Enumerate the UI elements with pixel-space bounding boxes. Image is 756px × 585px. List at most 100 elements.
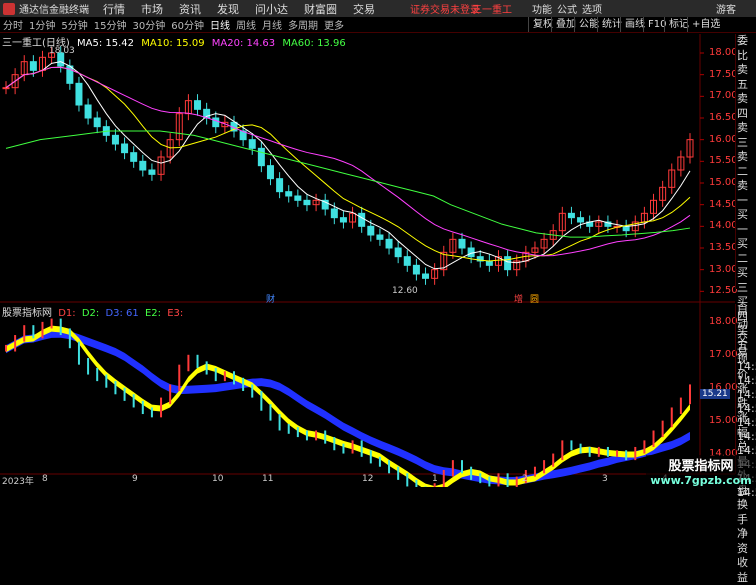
- candle-body: [567, 212, 575, 219]
- watermark-title: 股票指标网: [668, 459, 734, 474]
- event-tag-cai[interactable]: 财: [266, 292, 275, 305]
- menu-youke[interactable]: 游客: [716, 1, 736, 16]
- candle-body: [540, 238, 548, 249]
- e2-label: E2:: [144, 308, 162, 319]
- tab-more[interactable]: 更多: [321, 17, 347, 32]
- candle-body: [358, 212, 366, 227]
- d2-label: D2:: [81, 308, 100, 319]
- candle-body: [285, 191, 293, 197]
- candle-body: [677, 156, 685, 171]
- quote-panel: 委比卖五卖四卖三卖二卖一买一买二买三买四买五现价涨跌涨幅总量外盘换手净资收益: [735, 34, 756, 584]
- candle-body: [577, 217, 585, 223]
- candle-body: [385, 238, 393, 249]
- menu-faxian[interactable]: 发现: [217, 1, 239, 17]
- tab-fenshi[interactable]: 分时: [0, 17, 26, 32]
- trade-field-5: 14:5: [737, 402, 756, 415]
- watermark-url: www.7gpzb.com: [650, 474, 752, 487]
- date-axis: 2023年891011121234: [0, 474, 700, 487]
- login-warning[interactable]: 证券交易未登录: [410, 1, 480, 16]
- quote-field-6: 买一: [737, 208, 748, 236]
- candle-body: [339, 217, 347, 223]
- candle-body: [394, 247, 402, 258]
- candle-body: [84, 104, 92, 119]
- quote-field-3: 卖三: [737, 121, 748, 149]
- tab-weekly[interactable]: 周线: [233, 17, 259, 32]
- tab-daily[interactable]: 日线: [207, 17, 233, 32]
- trade-field-0: 自动: [737, 304, 748, 331]
- event-tag-zeng[interactable]: 增: [514, 292, 523, 305]
- candle-body: [29, 61, 37, 71]
- app-name: 通达信金融终端: [19, 5, 89, 16]
- candle-body: [422, 273, 430, 279]
- ma60-line: [5, 130, 691, 238]
- candle-body: [376, 234, 384, 240]
- menu-gongshi[interactable]: 公式: [557, 1, 577, 16]
- candle-body: [440, 251, 448, 271]
- tab-15min[interactable]: 15分钟: [91, 17, 130, 32]
- sub-chart-title: 股票指标网: [2, 308, 52, 319]
- candle-body: [513, 260, 521, 271]
- menu-wenxiaoda[interactable]: 问小达: [255, 1, 288, 17]
- quote-field-2: 卖四: [737, 92, 748, 120]
- quote-field-17: 净资: [737, 527, 748, 555]
- menu-shichang[interactable]: 市场: [141, 1, 163, 17]
- ma20-line: [5, 66, 691, 257]
- date-tick: 3: [602, 474, 608, 484]
- tab-monthly[interactable]: 月线: [259, 17, 285, 32]
- quote-field-18: 收益: [737, 556, 748, 584]
- candle-body: [157, 156, 165, 175]
- quote-field-5: 卖一: [737, 179, 748, 207]
- candle-body: [230, 121, 238, 132]
- y-tick-label: 14.50: [709, 198, 738, 210]
- y-tick-label: 18.00: [709, 47, 738, 58]
- ma5-line: [5, 61, 691, 270]
- candle-body: [166, 139, 174, 158]
- candle-body: [111, 134, 119, 145]
- candle-body: [631, 221, 639, 232]
- y-tick-label: 15.50: [709, 155, 738, 167]
- y-tick-label: 16.00: [709, 133, 738, 145]
- title-bar: 通达信金融终端 行情 市场 资讯 发现 问小达 财富圈 交易 证券交易未登录 三…: [0, 0, 756, 17]
- menu-gongneng[interactable]: 功能: [532, 1, 552, 16]
- quote-field-7: 买二: [737, 237, 748, 265]
- sub-chart-legend: 股票指标网 D1: D2: D3: 61 E2: E3:: [2, 304, 183, 319]
- y-tick-label: 15.00: [709, 177, 738, 188]
- event-tag-yuan[interactable]: 圆: [530, 292, 539, 305]
- quote-field-1: 卖五: [737, 63, 748, 91]
- candle-body: [595, 221, 603, 227]
- ma60-label: MA60: 13.96: [282, 38, 346, 49]
- candle-body: [613, 225, 621, 228]
- tab-30min[interactable]: 30分钟: [129, 17, 168, 32]
- quote-field-4: 卖二: [737, 150, 748, 178]
- menu-caifuquan[interactable]: 财富圈: [304, 1, 337, 17]
- tab-multi[interactable]: 多周期: [285, 17, 321, 32]
- trade-panel: 自动交易14:514:514:514:514:514:514:514:514:5…: [735, 304, 756, 499]
- menu-hangqing[interactable]: 行情: [103, 1, 125, 17]
- tab-1min[interactable]: 1分钟: [26, 17, 58, 32]
- candle-body: [522, 251, 530, 262]
- menu-zixun[interactable]: 资讯: [179, 1, 201, 17]
- tab-60min[interactable]: 60分钟: [168, 17, 207, 32]
- add-watchlist-button[interactable]: +自选: [687, 17, 724, 32]
- date-tick: 10: [212, 474, 224, 484]
- y-tick-label: 14.00: [709, 220, 738, 232]
- y-tick-label: 16.50: [709, 112, 738, 123]
- candle-body: [303, 199, 311, 206]
- candle-body: [102, 126, 110, 136]
- menu-xuanxiang[interactable]: 选项: [582, 1, 602, 16]
- watermark: 股票指标网 www.7gpzb.com: [646, 455, 756, 487]
- menu-jiaoyi[interactable]: 交易: [353, 1, 375, 17]
- candle-body: [20, 61, 28, 76]
- blue-band: [6, 329, 690, 486]
- tab-5min[interactable]: 5分钟: [58, 17, 90, 32]
- high-price-label: 18.03: [49, 46, 75, 56]
- y-tick-label: 13.00: [709, 263, 738, 275]
- candle-body: [330, 208, 338, 219]
- y-tick-label: 13.50: [709, 242, 738, 253]
- candle-body: [467, 247, 475, 258]
- kline-chart: [0, 34, 735, 487]
- candle-body: [558, 212, 566, 232]
- candle-body: [221, 121, 229, 128]
- d1-label: D1:: [58, 308, 76, 319]
- sub-y-tick-label: 18.00: [709, 315, 738, 327]
